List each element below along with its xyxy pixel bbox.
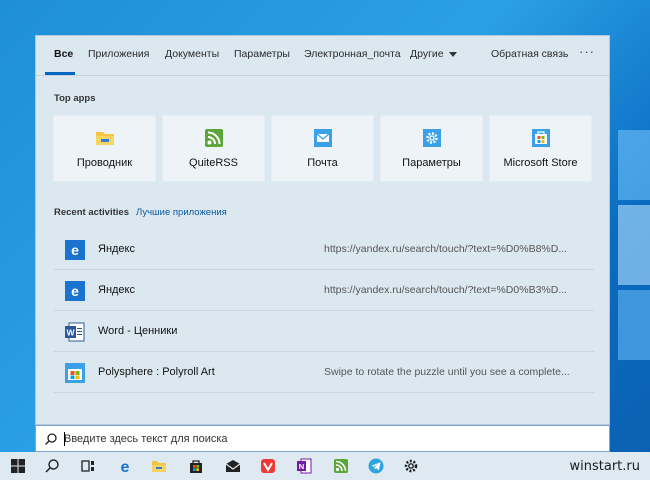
vivaldi-icon	[261, 459, 275, 473]
recent-item[interactable]: Polysphere : Polyroll Art Swipe to rotat…	[54, 353, 594, 393]
start-button[interactable]	[0, 452, 36, 480]
recent-activities-heading: Recent activities	[54, 207, 129, 218]
folder-icon	[96, 132, 114, 145]
taskbar-settings[interactable]	[393, 452, 429, 480]
recent-item-description: Swipe to rotate the puzzle until you see…	[324, 366, 570, 378]
tab-other-label: Другие	[410, 48, 444, 60]
store-icon	[65, 363, 85, 383]
tab-all[interactable]: Все	[54, 48, 73, 60]
store-icon	[532, 129, 550, 147]
taskbar-vivaldi[interactable]	[250, 452, 286, 480]
wallpaper-pane	[618, 205, 650, 285]
explorer-icon	[152, 461, 166, 472]
app-tile-settings[interactable]: Параметры	[380, 115, 483, 182]
task-view-icon	[81, 460, 94, 472]
taskbar-quiterss[interactable]	[323, 452, 359, 480]
gear-icon	[423, 129, 441, 147]
recent-item[interactable]: e Яндекс https://yandex.ru/search/touch/…	[54, 230, 594, 270]
edge-icon: e	[65, 240, 85, 260]
mail-icon	[314, 129, 332, 147]
feedback-link[interactable]: Обратная связь	[491, 48, 568, 60]
recent-item-url: https://yandex.ru/search/touch/?text=%D0…	[324, 243, 568, 255]
telegram-icon	[368, 458, 384, 474]
taskbar-store[interactable]	[178, 452, 214, 480]
app-tile-quiterss[interactable]: QuiteRSS	[162, 115, 265, 182]
best-apps-link[interactable]: Лучшие приложения	[136, 207, 227, 218]
wallpaper-pane	[618, 130, 650, 200]
wallpaper-pane	[618, 290, 650, 360]
edge-icon: e	[65, 281, 85, 301]
edge-icon: e	[121, 459, 130, 474]
recent-item-url: https://yandex.ru/search/touch/?text=%D0…	[324, 284, 568, 296]
tab-other[interactable]: Другие	[410, 48, 457, 60]
tab-settings[interactable]: Параметры	[234, 48, 290, 60]
app-tile-label: Параметры	[402, 157, 461, 169]
search-box[interactable]	[35, 425, 610, 452]
taskbar-search-button[interactable]	[34, 452, 70, 480]
search-icon	[45, 433, 57, 445]
search-input[interactable]	[64, 430, 594, 448]
settings-icon	[404, 459, 418, 473]
task-view-button[interactable]	[70, 452, 106, 480]
text-cursor	[64, 432, 65, 446]
app-tile-store[interactable]: Microsoft Store	[489, 115, 592, 182]
windows-start-icon	[11, 459, 25, 473]
svg-text:e: e	[121, 459, 130, 474]
app-tile-label: Microsoft Store	[503, 157, 578, 169]
top-apps-heading: Top apps	[54, 93, 96, 104]
taskbar-edge[interactable]: e	[107, 452, 143, 480]
search-tabs: Все Приложения Документы Параметры Элект…	[36, 36, 609, 76]
recent-item-title: Polysphere : Polyroll Art	[98, 366, 215, 378]
taskbar-explorer[interactable]	[141, 452, 177, 480]
svg-text:e: e	[71, 283, 79, 299]
store-icon	[190, 460, 202, 473]
app-tile-mail[interactable]: Почта	[271, 115, 374, 182]
tab-documents[interactable]: Документы	[165, 48, 219, 60]
app-tile-explorer[interactable]: Проводник	[53, 115, 156, 182]
rss-icon	[205, 129, 223, 147]
svg-text:e: e	[71, 242, 79, 258]
recent-item-title: Яндекс	[98, 284, 135, 296]
chevron-down-icon	[448, 51, 457, 57]
taskbar-telegram[interactable]	[358, 452, 394, 480]
more-options-button[interactable]: ···	[579, 44, 595, 59]
recent-item[interactable]: e Яндекс https://yandex.ru/search/touch/…	[54, 271, 594, 311]
search-icon	[45, 459, 59, 473]
app-tile-label: QuiteRSS	[189, 157, 238, 169]
recent-item[interactable]: W Word - Ценники	[54, 312, 594, 352]
svg-text:N: N	[299, 462, 304, 471]
quiterss-icon	[334, 459, 348, 473]
search-panel: Все Приложения Документы Параметры Элект…	[35, 35, 610, 425]
taskbar-onenote[interactable]: N	[286, 452, 322, 480]
tab-apps[interactable]: Приложения	[88, 48, 149, 60]
tab-email[interactable]: Электронная_почта	[304, 48, 401, 60]
watermark: winstart.ru	[569, 459, 640, 474]
word-icon: W	[65, 322, 85, 342]
svg-text:W: W	[66, 328, 75, 338]
recent-item-title: Яндекс	[98, 243, 135, 255]
mail-icon	[225, 460, 241, 472]
taskbar: e N winstart.ru	[0, 452, 650, 480]
active-tab-indicator	[45, 72, 75, 75]
recent-item-title: Word - Ценники	[98, 325, 178, 337]
taskbar-mail[interactable]	[215, 452, 251, 480]
onenote-icon: N	[297, 458, 312, 474]
app-tile-label: Проводник	[76, 157, 133, 169]
app-tile-label: Почта	[307, 157, 338, 169]
